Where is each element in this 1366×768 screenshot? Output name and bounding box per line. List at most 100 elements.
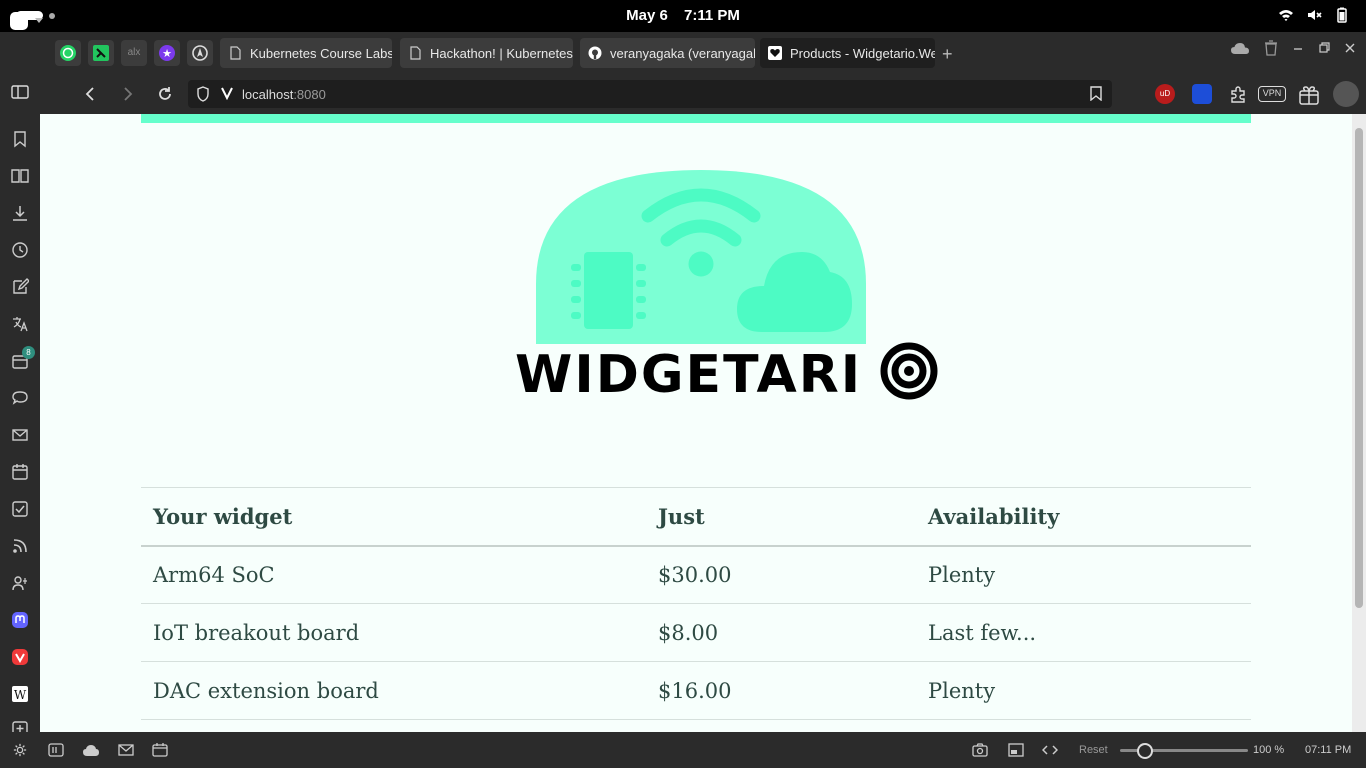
pinned-tab-star[interactable]: ★ — [154, 40, 180, 66]
vpn-button[interactable]: VPN — [1258, 86, 1286, 102]
bitwarden-icon[interactable] — [1192, 84, 1212, 104]
accent-band — [141, 114, 1251, 123]
notes-icon[interactable] — [11, 278, 29, 296]
close-icon[interactable] — [1344, 42, 1356, 54]
page-scrollbar[interactable] — [1352, 114, 1366, 732]
trash-icon[interactable] — [1264, 40, 1278, 56]
wifi-icon[interactable] — [1278, 7, 1294, 23]
os-top-bar: May 6 7:11 PM — [0, 0, 1366, 32]
address-field[interactable]: localhost:8080 — [188, 80, 1112, 108]
calendar-status-icon[interactable] — [152, 743, 168, 757]
tab-products-widgetario[interactable]: Products - Widgetario.Web — [760, 38, 935, 68]
svg-text:W: W — [14, 688, 27, 702]
pinned-tab-nav[interactable] — [187, 40, 213, 66]
tiling-icon[interactable] — [1008, 743, 1024, 757]
table-row: DAC extension board $16.00 Plenty — [141, 661, 1251, 720]
back-button[interactable] — [80, 84, 100, 104]
widget-price: $16.00 — [646, 661, 916, 720]
widgetario-logo-icon — [536, 170, 866, 344]
ublock-icon[interactable]: uD — [1155, 84, 1175, 104]
ublock-label: uD — [1159, 89, 1171, 98]
profile-avatar[interactable] — [1333, 81, 1359, 107]
vpn-label: VPN — [1262, 88, 1282, 98]
url-text: localhost:8080 — [242, 87, 326, 102]
settings-gear-icon[interactable] — [12, 743, 28, 757]
mail-icon[interactable] — [11, 426, 29, 444]
vivaldi-menu-icon[interactable] — [10, 12, 28, 30]
sync-cloud-icon[interactable] — [82, 743, 100, 757]
window-panel-icon[interactable] — [48, 743, 64, 757]
pinned-tab-green-app[interactable] — [88, 40, 114, 66]
document-icon — [410, 46, 421, 60]
pinned-tab-alx[interactable]: alx — [121, 40, 147, 66]
clock[interactable]: May 6 7:11 PM — [0, 7, 1366, 24]
feeds-icon[interactable] — [11, 537, 29, 555]
vivaldi-web-panel-icon[interactable] — [11, 648, 29, 666]
minimize-icon[interactable] — [1292, 42, 1304, 54]
battery-icon[interactable] — [1334, 7, 1350, 23]
products-table: Your widget Just Availability Arm64 SoC … — [141, 487, 1251, 720]
history-icon[interactable] — [11, 241, 29, 259]
maximize-icon[interactable] — [1318, 42, 1330, 54]
extensions-button[interactable] — [1228, 84, 1248, 104]
new-tab-button[interactable]: + — [942, 44, 953, 65]
gift-button[interactable] — [1298, 84, 1319, 105]
tab-kubernetes-course[interactable]: Kubernetes Course Labs ... — [220, 38, 392, 68]
table-row: IoT breakout board $8.00 Last few... — [141, 603, 1251, 662]
column-header-widget: Your widget — [141, 487, 646, 547]
web-page: WIDGETARI Your widget Just Availability … — [40, 114, 1352, 732]
column-header-price: Just — [646, 487, 916, 547]
svg-text:★: ★ — [162, 47, 172, 60]
contacts-icon[interactable] — [11, 574, 29, 592]
bookmark-icon[interactable] — [1090, 86, 1102, 101]
downloads-icon[interactable] — [11, 204, 29, 222]
zoom-reset-button[interactable]: Reset — [1079, 744, 1108, 756]
table-row: Arm64 SoC $30.00 Plenty — [141, 545, 1251, 604]
table-header-row: Your widget Just Availability — [141, 487, 1251, 547]
target-o-icon — [880, 342, 938, 400]
zoom-slider-handle[interactable] — [1137, 743, 1153, 759]
panel-toggle-button[interactable] — [10, 84, 30, 104]
reload-icon — [159, 87, 171, 100]
mastodon-icon[interactable] — [11, 611, 29, 629]
reload-button[interactable] — [155, 84, 175, 104]
widget-availability: Plenty — [916, 545, 1251, 604]
gift-icon — [1299, 86, 1319, 105]
chat-icon[interactable] — [11, 389, 29, 407]
forward-icon — [124, 87, 133, 101]
reading-list-icon[interactable] — [11, 167, 29, 185]
back-icon — [85, 87, 94, 101]
pinned-tab-whatsapp[interactable] — [55, 40, 81, 66]
widget-name: Arm64 SoC — [141, 545, 646, 604]
browser-sidebar: 8 W — [0, 114, 40, 732]
tab-label: veranyagaka (veranyagaka) — [610, 45, 755, 61]
mail-status-icon[interactable] — [118, 743, 134, 757]
tab-github[interactable]: veranyagaka (veranyagaka) — [580, 38, 755, 68]
bookmarks-panel-icon[interactable] — [11, 130, 29, 148]
translate-icon[interactable] — [11, 315, 29, 333]
capture-icon[interactable] — [972, 743, 988, 757]
shield-icon[interactable] — [196, 86, 210, 102]
calendar-icon[interactable] — [11, 463, 29, 481]
forward-button[interactable] — [118, 84, 138, 104]
green-app-icon — [93, 45, 109, 61]
audio-muted-icon[interactable] — [1306, 7, 1322, 23]
tasks-icon[interactable] — [11, 500, 29, 518]
chevron-down-icon[interactable] — [35, 18, 43, 23]
cloud-sync-icon[interactable] — [1230, 41, 1250, 55]
whatsapp-icon — [60, 45, 76, 61]
wikipedia-icon[interactable]: W — [11, 685, 29, 703]
column-header-availability: Availability — [916, 487, 1251, 547]
purple-star-icon: ★ — [159, 45, 175, 61]
page-actions-icon[interactable] — [1042, 743, 1058, 757]
status-clock: 07:11 PM — [1305, 744, 1352, 756]
scrollbar-thumb[interactable] — [1355, 128, 1363, 608]
widget-availability: Last few... — [916, 603, 1251, 662]
tab-label: Kubernetes Course Labs ... — [250, 45, 392, 61]
tab-hackathon[interactable]: Hackathon! | Kubernetes ... — [400, 38, 573, 68]
heart-icon — [768, 46, 782, 60]
site-info-icon[interactable] — [220, 86, 234, 100]
add-panel-icon[interactable] — [11, 720, 29, 732]
clock-time: 7:11 PM — [684, 7, 740, 24]
panel-toggle-icon — [11, 85, 29, 99]
